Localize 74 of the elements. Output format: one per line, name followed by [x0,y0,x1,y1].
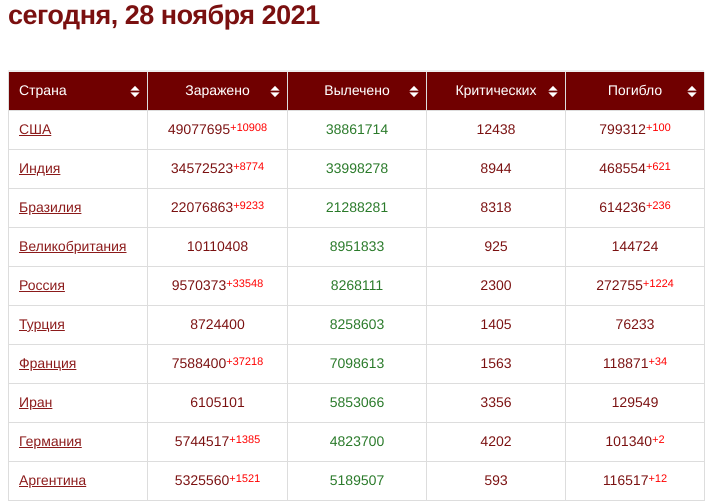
sort-icon[interactable] [409,85,419,98]
value-text: 8268111 [330,277,384,293]
country-link[interactable]: Индия [19,160,60,176]
column-header[interactable]: Заражено [148,72,288,110]
country-link[interactable]: Франция [19,355,76,371]
page-heading: сегодня, 28 ноября 2021 [7,0,321,30]
value-text: 593 [484,472,508,488]
value-text: 8951833 [330,238,384,254]
value-text: 468554 [599,160,646,176]
value-text: 1563 [480,355,512,371]
column-header[interactable]: Погибло [566,72,704,110]
column-header[interactable]: Критических [426,72,566,110]
country-link[interactable]: Аргентина [19,472,86,488]
increase-text: +236 [646,200,671,212]
value-text: 8258603 [330,316,384,332]
value-text: 8724400 [190,316,245,332]
value-text: 21288281 [326,199,388,215]
value-text: 34572523 [170,160,234,176]
value-text: 8318 [480,199,512,215]
value-text: 5325560 [174,472,230,488]
value-text: 5189507 [330,472,384,488]
column-header[interactable]: Вылечено [288,72,426,110]
value-text: 38861714 [326,121,388,137]
value-text: 272755 [596,277,643,293]
value-text: 925 [484,238,508,254]
value-text: 6105101 [190,394,245,410]
sort-icon[interactable] [130,85,140,98]
column-header[interactable]: Страна [8,72,148,110]
increase-text: +1521 [229,473,260,485]
country-link[interactable]: Турция [19,316,65,332]
value-text: 144724 [612,238,658,254]
country-link[interactable]: Бразилия [19,199,82,215]
value-text: 10110408 [186,238,248,254]
value-text: 5744517 [174,433,230,449]
increase-text: +1224 [642,278,674,290]
value-text: 22076863 [170,199,234,215]
value-text: 49077695 [168,121,230,137]
value-text: 9570373 [172,277,226,293]
increase-text: +621 [646,161,671,173]
increase-text: +34 [648,356,668,368]
country-link[interactable]: США [19,121,52,137]
value-text: 116517 [602,472,648,488]
value-text: 8944 [480,160,512,176]
value-text: 4823700 [330,433,384,449]
country-link[interactable]: Иран [19,394,52,410]
value-text: 2300 [480,277,512,293]
value-text: 7588400 [172,355,226,371]
country-link[interactable]: Германия [19,433,82,449]
increase-text: +37218 [226,356,264,368]
value-text: 5853066 [330,394,384,410]
value-text: 76233 [616,316,654,332]
increase-text: +8774 [233,161,264,173]
value-text: 3356 [480,394,512,410]
country-link[interactable]: Россия [19,277,65,293]
increase-text: +33548 [226,278,264,290]
value-text: 1405 [480,316,512,332]
value-text: 101340 [605,433,652,449]
increase-text: +100 [646,122,671,134]
increase-text: +2 [652,434,665,446]
value-text: 4202 [480,433,512,449]
value-text: 12438 [476,121,516,137]
sort-icon[interactable] [687,85,697,98]
value-text: 129549 [612,394,658,410]
sort-icon[interactable] [270,85,280,98]
increase-text: +10908 [230,122,268,134]
increase-text: +1385 [229,434,260,446]
value-text: 118871 [602,355,648,371]
increase-text: +12 [648,473,668,485]
value-text: 799312 [599,121,646,137]
value-text: 33998278 [326,160,388,176]
value-text: 614236 [599,199,646,215]
increase-text: +9233 [233,200,264,212]
sort-icon[interactable] [548,85,558,98]
value-text: 7098613 [330,355,384,371]
